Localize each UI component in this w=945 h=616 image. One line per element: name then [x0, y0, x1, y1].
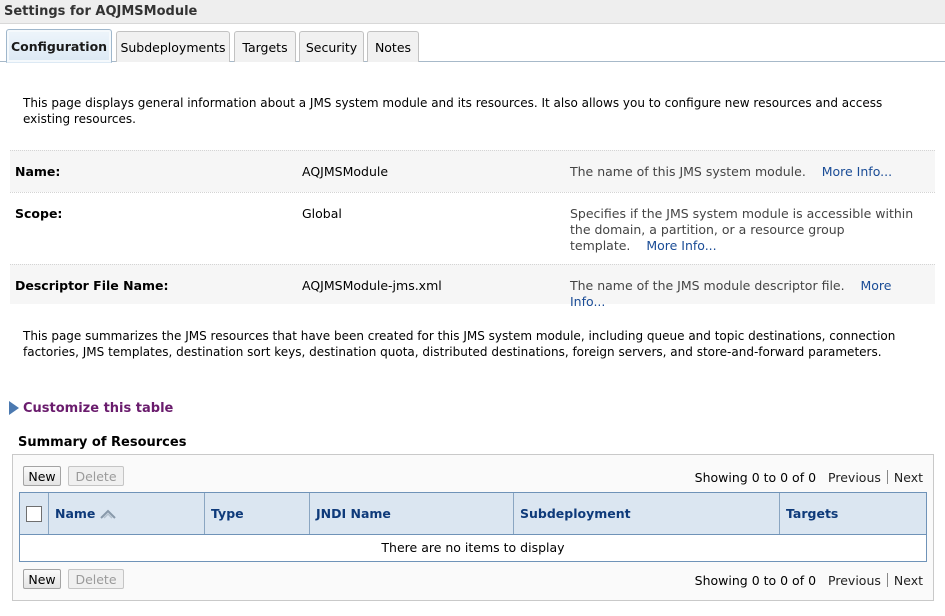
col-header-type[interactable]: Type	[205, 493, 310, 534]
col-header-jndi-name[interactable]: JNDI Name	[310, 493, 514, 534]
customize-table-label: Customize this table	[23, 400, 174, 416]
expand-arrow-icon	[9, 401, 19, 415]
field-value: Global	[302, 206, 342, 221]
resources-table-panel: New Delete Showing 0 to 0 of 0 Previous …	[12, 454, 934, 601]
field-label: Descriptor File Name:	[15, 278, 169, 293]
empty-table-message: There are no items to display	[381, 540, 565, 555]
field-row-descriptor: Descriptor File Name: AQJMSModule-jms.xm…	[10, 264, 935, 309]
delete-button-bottom[interactable]: Delete	[68, 569, 124, 589]
more-info-link[interactable]: More Info...	[822, 164, 892, 179]
field-label: Name:	[15, 164, 61, 179]
field-row-scope: Scope: Global Specifies if the JMS syste…	[10, 192, 935, 264]
tab-configuration[interactable]: Configuration	[6, 29, 112, 63]
col-select-all	[20, 493, 49, 534]
table-header: Name Type JNDI Name Subdeployment Target…	[20, 493, 926, 535]
sort-ascending-icon	[100, 509, 117, 519]
new-button[interactable]: New	[23, 466, 61, 486]
intro-text: This page displays general information a…	[23, 96, 883, 126]
delete-button[interactable]: Delete	[68, 466, 124, 486]
pager-count: Showing 0 to 0 of 0	[694, 469, 817, 485]
previous-link[interactable]: Previous	[828, 573, 881, 588]
field-value: AQJMSModule-jms.xml	[302, 278, 442, 293]
field-label: Scope:	[15, 206, 63, 221]
field-description: The name of the JMS module descriptor fi…	[570, 278, 892, 309]
resources-table: Name Type JNDI Name Subdeployment Target…	[19, 492, 927, 562]
table-title: Summary of Resources	[18, 435, 187, 450]
tab-targets[interactable]: Targets	[234, 31, 296, 62]
col-header-targets[interactable]: Targets	[780, 493, 926, 534]
next-link[interactable]: Next	[894, 573, 923, 588]
tab-bar: Configuration Subdeployments Targets Sec…	[0, 24, 945, 63]
more-info-link[interactable]: More Info...	[646, 238, 716, 253]
tab-subdeployments[interactable]: Subdeployments	[116, 31, 230, 62]
pager-divider	[886, 573, 888, 587]
title-bar: Settings for AQJMSModule	[0, 0, 945, 24]
pager-count: Showing 0 to 0 of 0	[694, 572, 817, 588]
select-all-checkbox[interactable]	[26, 505, 42, 522]
tab-notes[interactable]: Notes	[367, 31, 419, 62]
field-description: Specifies if the JMS system module is ac…	[570, 206, 914, 253]
field-value: AQJMSModule	[302, 164, 389, 179]
pager-top: Showing 0 to 0 of 0 Previous Next	[695, 467, 923, 487]
summary-text: This page summarizes the JMS resources t…	[23, 329, 896, 359]
pager-divider	[886, 470, 888, 484]
page-title: Settings for AQJMSModule	[4, 4, 198, 19]
field-description: The name of this JMS system module. More…	[570, 164, 893, 179]
col-header-name[interactable]: Name	[49, 493, 205, 534]
customize-table-toggle[interactable]: Customize this table	[9, 399, 173, 417]
field-row-name: Name: AQJMSModule The name of this JMS s…	[10, 150, 935, 192]
pager-bottom: Showing 0 to 0 of 0 Previous Next	[695, 570, 923, 590]
tab-security[interactable]: Security	[299, 31, 364, 62]
next-link[interactable]: Next	[894, 470, 923, 485]
new-button-bottom[interactable]: New	[23, 569, 61, 589]
col-header-subdeployment[interactable]: Subdeployment	[514, 493, 780, 534]
previous-link[interactable]: Previous	[828, 470, 881, 485]
